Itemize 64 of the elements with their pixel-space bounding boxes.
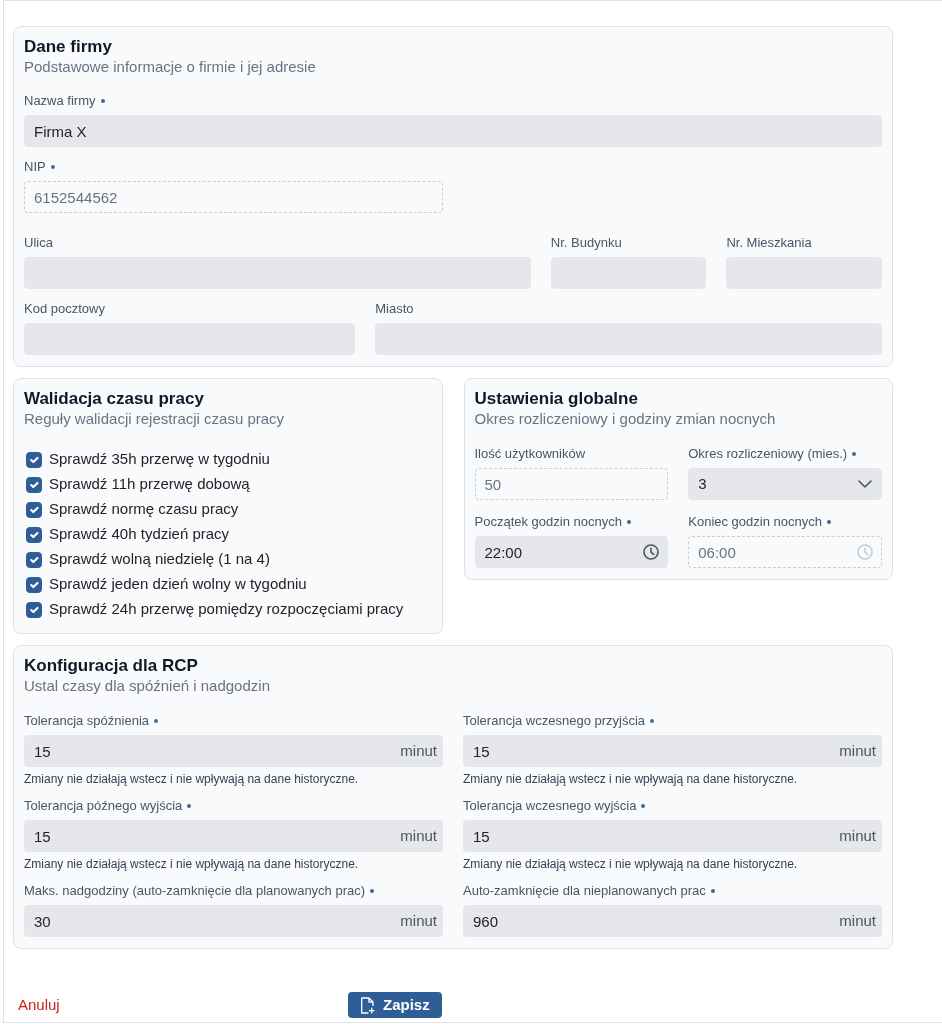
unit-label: minut [396, 905, 443, 937]
field-label: Nr. Budynku [550, 235, 622, 250]
section-subtitle: Ustal czasy dla spóźnień i nadgodzin [24, 676, 271, 696]
checkbox-label[interactable]: Sprawdź wolną niedzielę (1 na 4) [49, 548, 270, 571]
checkbox[interactable] [26, 501, 42, 518]
field-label: Tolerancja spóźnienia [24, 713, 150, 728]
field-label: Koniec godzin nocnych [688, 514, 822, 529]
field-label: Ilość użytkowników [474, 446, 586, 461]
field-label: Miasto [375, 301, 414, 316]
field-label: Tolerancja późnego wyjścia [24, 798, 183, 813]
checkbox-label[interactable]: Sprawdź normę czasu pracy [49, 498, 239, 521]
cancel-link[interactable]: Anuluj [18, 995, 60, 1013]
checkbox[interactable] [26, 451, 42, 468]
field-label: Nazwa firmy [24, 93, 96, 108]
unit-label: minut [396, 820, 443, 852]
checkbox-label[interactable]: Sprawdź 11h przerwę dobową [49, 473, 250, 496]
checkbox[interactable] [26, 576, 42, 593]
help-text: Zmiany nie działają wstecz i nie wpływają na dane historyczne. [463, 771, 799, 787]
field-label: Kod pocztowy [24, 301, 105, 316]
number-field[interactable]: 15 [24, 820, 397, 852]
checkbox-label[interactable]: Sprawdź 35h przerwę w tygodniu [49, 448, 270, 471]
number-field[interactable]: 30 [24, 905, 397, 937]
checkbox[interactable] [26, 551, 42, 568]
field-label: NIP [24, 159, 46, 174]
unit-label: minut [835, 905, 882, 937]
section-title: Dane firmy [24, 37, 113, 57]
field-label: Tolerancja wczesnego przyjścia [463, 713, 646, 728]
unit-label: minut [396, 735, 443, 767]
section-subtitle: Podstawowe informacje o firmie i jej adresie [24, 57, 317, 77]
field-label: Maks. nadgodziny (auto-zamknięcie dla planowanych prac) [24, 883, 366, 898]
checkbox[interactable] [26, 601, 42, 618]
checkbox-label[interactable]: Sprawdź 40h tydzień pracy [49, 523, 230, 546]
number-field[interactable]: 15 [24, 735, 397, 767]
number-field[interactable]: 15 [463, 735, 836, 767]
field-label: Początek godzin nocnych [474, 514, 622, 529]
field-label: Tolerancja wczesnego wyjścia [463, 798, 637, 813]
section-title: Walidacja czasu pracy [24, 389, 205, 409]
field-label: Ulica [24, 235, 53, 250]
unit-label: minut [835, 820, 882, 852]
help-text: Zmiany nie działają wstecz i nie wpływają na dane historyczne. [24, 856, 360, 872]
unit-label: minut [835, 735, 882, 767]
file-plus-icon [360, 996, 375, 1014]
checkbox-label[interactable]: Sprawdź 24h przerwę pomiędzy rozpoczęciami pracy [49, 598, 404, 621]
clock-icon [643, 544, 660, 560]
section-subtitle: Okres rozliczeniowy i godziny zmian nocnych [474, 409, 777, 429]
time-field[interactable]: 22:00 [474, 536, 669, 568]
checkbox[interactable] [26, 476, 42, 493]
save-button[interactable]: Zapisz [348, 992, 442, 1018]
chevron-down-icon [858, 480, 872, 488]
help-text: Zmiany nie działają wstecz i nie wpływają na dane historyczne. [463, 856, 799, 872]
help-text: Zmiany nie działają wstecz i nie wpływają na dane historyczne. [24, 771, 360, 787]
field-label: Okres rozliczeniowy (mies.) [688, 446, 848, 461]
clock-icon [857, 544, 873, 560]
section-title: Ustawienia globalne [474, 389, 639, 409]
number-field[interactable]: 15 [463, 820, 836, 852]
select-field[interactable]: 3 [688, 468, 882, 500]
number-field[interactable]: 960 [463, 905, 836, 937]
field-label: Auto-zamknięcie dla nieplanowanych prac [463, 883, 706, 898]
checkbox[interactable] [26, 526, 42, 543]
section-title: Konfiguracja dla RCP [24, 656, 199, 676]
section-subtitle: Reguły walidacji rejestracji czasu pracy [24, 409, 286, 429]
field-label: Nr. Mieszkania [726, 235, 812, 250]
checkbox-label[interactable]: Sprawdź jeden dzień wolny w tygodniu [49, 573, 307, 596]
text-field[interactable]: Firma X [24, 115, 882, 147]
